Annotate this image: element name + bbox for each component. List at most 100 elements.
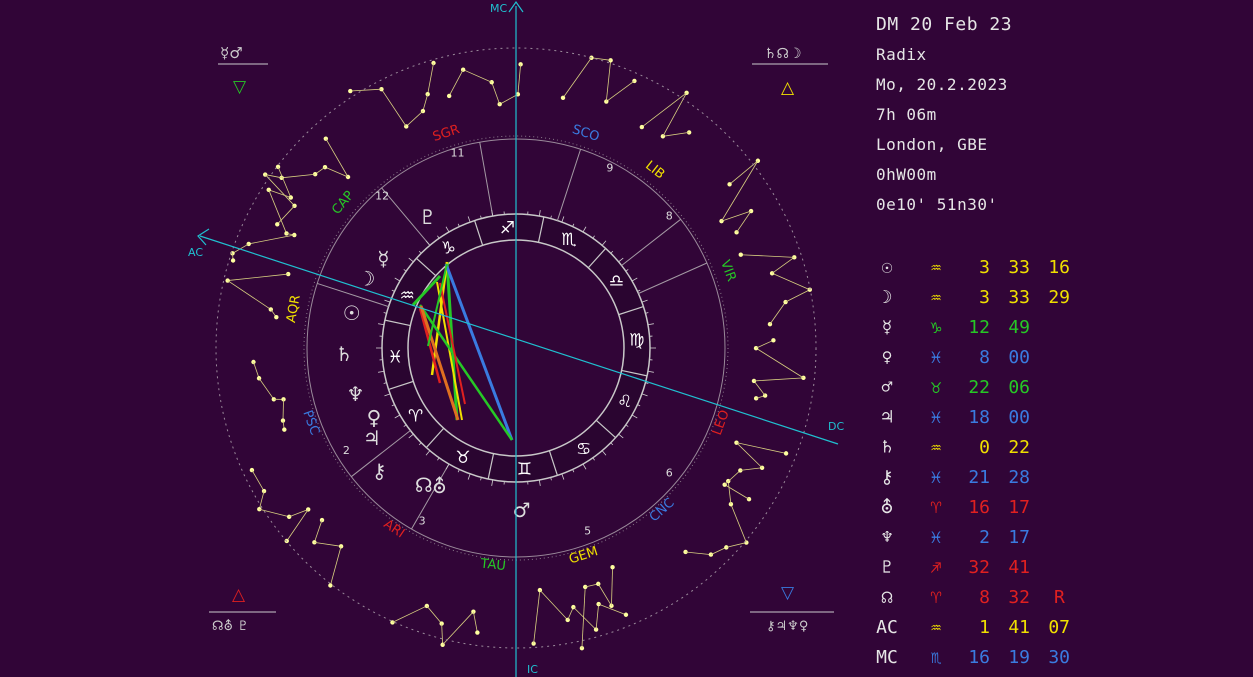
star	[610, 564, 615, 570]
constellation-line	[597, 583, 612, 607]
house-number-3: 3	[419, 515, 426, 528]
degree-value: 16	[968, 497, 990, 518]
star	[266, 187, 271, 193]
constellation-line	[325, 138, 349, 178]
position-row: ♆ ♓ 2 17	[872, 523, 1252, 553]
constellation-line	[350, 88, 382, 92]
sign-glyph-sgr: ♐	[500, 218, 515, 238]
constellation-line	[251, 469, 265, 492]
planet-glyph: AC	[876, 617, 898, 638]
uranus-icon: ⛢	[432, 474, 447, 498]
constellation-line	[685, 551, 711, 556]
constellation-line	[268, 189, 291, 198]
constellation-line	[771, 272, 810, 291]
sign-glyph: ♒	[930, 257, 942, 278]
position-row: ☿ ♑ 12 49	[872, 313, 1252, 343]
planet-glyph: ⚷	[880, 467, 894, 488]
chart-place: London, GBE	[876, 135, 988, 154]
house-number-9: 9	[606, 161, 613, 174]
tick-330	[631, 414, 638, 419]
star	[275, 222, 280, 227]
chart-date: Mo, 20.2.2023	[876, 75, 1008, 94]
constellation-line	[286, 509, 309, 542]
chart-timezone: 0hW00m	[876, 165, 937, 184]
position-row: ☉ ♒ 3 33 16	[872, 253, 1252, 283]
tick-225	[418, 442, 422, 446]
sign-glyph-tau: ♉	[455, 448, 470, 468]
minute-value: 33	[1008, 287, 1030, 308]
corner-planets-bottom-right: ⚷♃♆♀	[766, 619, 808, 634]
position-row: ⛢ ♈ 16 17	[872, 493, 1252, 523]
constellation-line	[641, 92, 687, 128]
planet-glyph: ♀	[881, 347, 893, 368]
star	[328, 583, 333, 588]
constellation-line	[441, 623, 444, 645]
degree-value: 21	[968, 467, 990, 488]
constellation-line	[611, 567, 613, 606]
constellation-line	[314, 541, 342, 547]
tick-260	[491, 479, 494, 486]
sign-glyph: ♉	[930, 377, 942, 398]
tick-240	[445, 463, 450, 470]
mc-label: MC	[490, 2, 507, 15]
minute-value: 49	[1008, 317, 1030, 338]
tick-145	[403, 269, 407, 272]
sign-glyph: ♓	[930, 407, 942, 428]
tick-170	[378, 323, 385, 326]
constellation-line	[281, 173, 316, 179]
sign-glyph: ♈	[930, 497, 942, 518]
planet-glyph: ♄	[881, 437, 893, 458]
minute-value: 41	[1008, 557, 1030, 578]
constellation-line	[448, 69, 464, 97]
star	[323, 136, 329, 141]
corner-planets-bottom-left: ☊⛢ ♇	[212, 619, 249, 634]
second-value: 29	[1048, 287, 1070, 308]
house-cusp-4	[479, 142, 494, 217]
constellation-line	[462, 69, 492, 83]
star	[274, 314, 279, 320]
constellation-line	[473, 611, 478, 633]
tick-40	[618, 257, 624, 263]
tick-230	[425, 450, 431, 456]
sign-glyph: ♒	[930, 617, 942, 638]
constellation-line	[259, 508, 290, 518]
sign-glyph: ♐	[930, 557, 942, 578]
sign-glyph-leo: ♌	[617, 392, 632, 412]
chart-coordinates: 0e10' 51n30'	[876, 195, 998, 214]
house-number-12: 12	[375, 189, 389, 202]
constellation-line	[721, 210, 752, 222]
constellation-line	[491, 82, 501, 105]
sign-glyph: ♓	[930, 467, 942, 488]
constellation-line	[726, 542, 747, 548]
house-number-11: 11	[451, 147, 465, 160]
constellation-line	[724, 470, 741, 485]
star	[475, 630, 480, 635]
sign-label-tau: TAU	[479, 556, 507, 574]
house-number-6: 6	[666, 467, 673, 480]
tick-45	[610, 250, 614, 254]
planet-positions-table: ☉ ♒ 3 33 16 ☽ ♒ 3 33 29 ☿ ♑ 12 49 ♀ ♓ 8 00 ♂ ♉ 22 06 ♃ ♓ 18 00 ♄ ♒ 0…	[872, 253, 1252, 673]
degree-value: 3	[979, 257, 990, 278]
tick-325	[625, 424, 629, 427]
position-row: ♃ ♓ 18 00	[872, 403, 1252, 433]
sign-glyph: ♏	[930, 647, 942, 668]
tick-35	[625, 269, 629, 272]
fire-element-icon: △	[781, 78, 795, 98]
chart-kind: Radix	[876, 45, 927, 64]
corner-planets-top-left: ☿♂	[220, 44, 243, 62]
star	[738, 252, 743, 257]
star	[783, 451, 789, 456]
natal-chart-wheel: ♏♎♍♌♋♊♉♈♓♒♑♐ SCOLIBVIRLEOCNCGEMTAUARIPSC…	[188, 0, 844, 677]
sign-label-aqr: AQR	[284, 294, 304, 324]
constellation-line	[276, 205, 295, 225]
constellation-line	[724, 484, 750, 500]
degree-value: 0	[979, 437, 990, 458]
constellation-line	[499, 93, 519, 105]
minute-value: 17	[1008, 527, 1030, 548]
dc-label: DC	[828, 420, 844, 433]
tick-210	[394, 414, 401, 419]
constellation-line	[282, 399, 284, 421]
sign-glyph: ♒	[930, 287, 942, 308]
house-number-2: 2	[343, 444, 350, 457]
constellation-line	[581, 586, 586, 649]
